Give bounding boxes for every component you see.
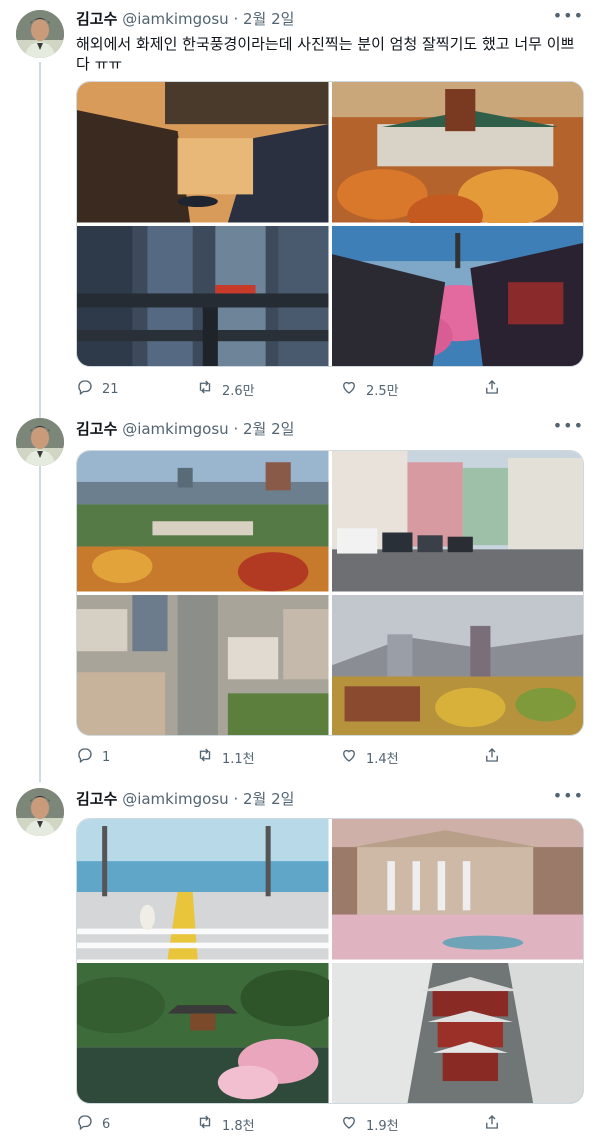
reply-icon xyxy=(76,378,94,400)
share-icon xyxy=(483,378,501,400)
separator: · xyxy=(233,420,239,438)
tweet-date[interactable]: 2월 2일 xyxy=(243,10,294,28)
more-icon[interactable]: ••• xyxy=(553,6,584,25)
tweet-header: 김고수 @iamkimgosu · 2월 2일 xyxy=(76,418,294,439)
more-icon[interactable]: ••• xyxy=(553,416,584,435)
avatar[interactable] xyxy=(16,10,64,58)
reply-count: 21 xyxy=(102,381,119,397)
photo-city-bridge[interactable] xyxy=(77,225,329,366)
user-handle[interactable]: @iamkimgosu xyxy=(122,10,228,28)
photo-winter-temple[interactable] xyxy=(331,962,583,1103)
tweet-actions: 1 1.1천 1.4천 xyxy=(76,746,506,768)
heart-icon xyxy=(340,378,358,400)
tweet-actions: 21 2.6만 2.5만 xyxy=(76,378,506,400)
separator: · xyxy=(233,790,239,808)
avatar[interactable] xyxy=(16,418,64,466)
photo-aerial-city[interactable] xyxy=(77,594,329,735)
share-button[interactable] xyxy=(483,1113,501,1135)
reply-count: 6 xyxy=(102,1116,111,1132)
tweet-date[interactable]: 2월 2일 xyxy=(243,790,294,808)
reply-count: 1 xyxy=(102,749,111,765)
separator: · xyxy=(233,10,239,28)
photo-palace-autumn[interactable] xyxy=(331,82,583,223)
like-button[interactable]: 1.9천 xyxy=(340,1113,399,1135)
display-name[interactable]: 김고수 xyxy=(76,420,117,438)
tweet-date[interactable]: 2월 2일 xyxy=(243,420,294,438)
photo-city-autumn-mountain[interactable] xyxy=(331,594,583,735)
retweet-button[interactable]: 2.6만 xyxy=(196,378,255,400)
retweet-count: 2.6만 xyxy=(222,383,255,399)
tweet-header: 김고수 @iamkimgosu · 2월 2일 xyxy=(76,788,294,809)
heart-icon xyxy=(340,1113,358,1135)
photo-university-blossom[interactable] xyxy=(331,819,583,960)
photo-beach-crosswalk[interactable] xyxy=(77,819,329,960)
photo-palace-courtyard[interactable] xyxy=(77,82,329,223)
more-icon[interactable]: ••• xyxy=(553,786,584,805)
photo-tower-blossom[interactable] xyxy=(331,225,583,366)
reply-button[interactable]: 6 xyxy=(76,1113,110,1135)
media-grid xyxy=(76,81,584,367)
user-handle[interactable]: @iamkimgosu xyxy=(122,420,228,438)
retweet-icon xyxy=(196,1113,214,1135)
photo-palace-city-view[interactable] xyxy=(77,451,329,592)
retweet-icon xyxy=(196,746,214,768)
retweet-button[interactable]: 1.1천 xyxy=(196,746,255,768)
heart-icon xyxy=(340,746,358,768)
like-count: 2.5만 xyxy=(366,383,399,399)
retweet-button[interactable]: 1.8천 xyxy=(196,1113,255,1135)
reply-icon xyxy=(76,1113,94,1135)
tweet-3[interactable]: 김고수 @iamkimgosu · 2월 2일 ••• 6 1.8천 1.9천 xyxy=(0,780,600,1145)
retweet-count: 1.1천 xyxy=(222,751,255,767)
share-icon xyxy=(483,1113,501,1135)
tweet-text: 해외에서 화제인 한국풍경이라는데 사진찍는 분이 엄청 잘찍기도 했고 너무 … xyxy=(76,35,575,73)
tweet-actions: 6 1.8천 1.9천 xyxy=(76,1113,506,1135)
reply-button[interactable]: 1 xyxy=(76,746,110,768)
share-button[interactable] xyxy=(483,746,501,768)
tweet-2[interactable]: 김고수 @iamkimgosu · 2월 2일 ••• 1 1.1천 1.4천 xyxy=(0,410,600,780)
display-name[interactable]: 김고수 xyxy=(76,10,117,28)
like-count: 1.4천 xyxy=(366,751,399,767)
display-name[interactable]: 김고수 xyxy=(76,790,117,808)
retweet-icon xyxy=(196,378,214,400)
media-grid xyxy=(76,818,584,1104)
share-button[interactable] xyxy=(483,378,501,400)
retweet-count: 1.8천 xyxy=(222,1118,255,1134)
tweet-1[interactable]: 김고수 @iamkimgosu · 2월 2일 ••• 해외에서 화제인 한국풍… xyxy=(0,0,600,405)
share-icon xyxy=(483,746,501,768)
avatar[interactable] xyxy=(16,788,64,836)
like-count: 1.9천 xyxy=(366,1118,399,1134)
like-button[interactable]: 1.4천 xyxy=(340,746,399,768)
media-grid xyxy=(76,450,584,736)
tweet-header: 김고수 @iamkimgosu · 2월 2일 xyxy=(76,8,294,29)
reply-icon xyxy=(76,746,94,768)
user-handle[interactable]: @iamkimgosu xyxy=(122,790,228,808)
like-button[interactable]: 2.5만 xyxy=(340,378,399,400)
photo-garden-pavilion[interactable] xyxy=(77,962,329,1103)
photo-street-cars[interactable] xyxy=(331,451,583,592)
reply-button[interactable]: 21 xyxy=(76,378,119,400)
